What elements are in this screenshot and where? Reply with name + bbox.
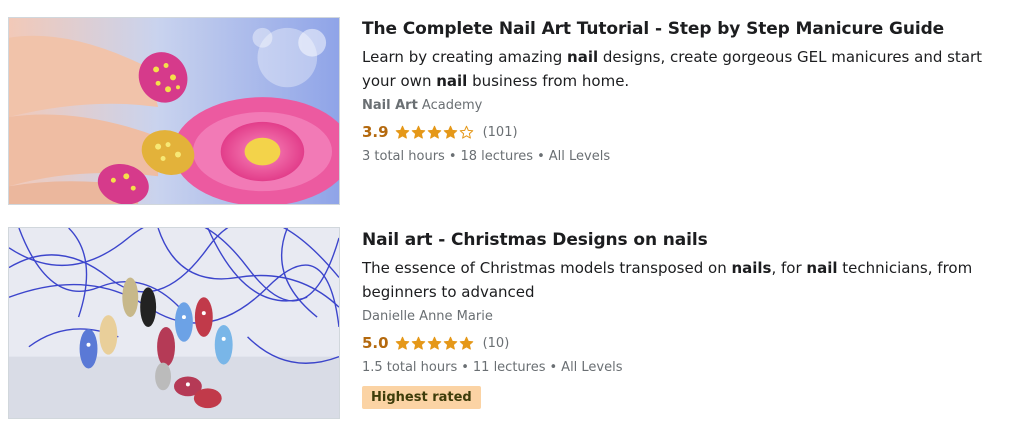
rating-row: 5.0 (10) xyxy=(362,332,1014,354)
course-meta: 3 total hours • 18 lectures • All Levels xyxy=(362,149,611,164)
bold-keyword: nail xyxy=(436,72,468,90)
star-icon xyxy=(395,336,409,350)
star-icon xyxy=(443,336,457,350)
rating-count: (101) xyxy=(482,124,518,140)
star-icon xyxy=(395,125,409,139)
rating-value: 5.0 xyxy=(362,334,389,352)
star-icon xyxy=(427,125,441,139)
bold-keyword: Nail Art xyxy=(362,98,418,113)
rating-count: (10) xyxy=(482,335,510,351)
course-card[interactable]: The Complete Nail Art Tutorial - Step by… xyxy=(0,0,1024,214)
course-instructor: Nail Art Academy xyxy=(362,97,1014,115)
course-headline: The essence of Christmas models transpos… xyxy=(362,256,1014,304)
bold-keyword: nail xyxy=(567,48,599,66)
star-rating-icons xyxy=(395,125,475,140)
text-segment: Learn by creating amazing xyxy=(362,48,568,66)
text-segment: Danielle Anne Marie xyxy=(362,309,493,324)
course-title[interactable]: Nail art - Christmas Designs on nails xyxy=(362,228,1014,252)
text-segment: The essence of Christmas models transpos… xyxy=(362,259,732,277)
star-icon xyxy=(459,336,473,350)
text-segment: Academy xyxy=(417,98,483,113)
star-rating-icons xyxy=(395,336,475,351)
nail-art-pink-flower-image xyxy=(9,18,339,204)
text-segment: business from home. xyxy=(467,72,630,90)
rating-row: 3.9 (101) xyxy=(362,121,1014,143)
course-instructor: Danielle Anne Marie xyxy=(362,308,1014,326)
text-segment: , for xyxy=(771,259,807,277)
total-hours: 3 total hours xyxy=(362,149,445,164)
course-card[interactable]: Nail art - Christmas Designs on nails Th… xyxy=(0,214,1024,432)
course-meta: 1.5 total hours • 11 lectures • All Levels xyxy=(362,360,623,375)
course-headline: Learn by creating amazing nail designs, … xyxy=(362,45,1014,93)
bold-keyword: nail xyxy=(806,259,838,277)
bold-keyword: nails xyxy=(731,259,772,277)
course-level: All Levels xyxy=(548,149,611,164)
lecture-count: 11 lectures xyxy=(472,360,546,375)
course-level: All Levels xyxy=(561,360,623,375)
course-title[interactable]: The Complete Nail Art Tutorial - Step by… xyxy=(362,17,1014,41)
star-icon xyxy=(411,336,425,350)
star-icon xyxy=(459,125,473,139)
lecture-count: 18 lectures xyxy=(460,149,534,164)
course-thumbnail[interactable] xyxy=(8,17,340,205)
rating-value: 3.9 xyxy=(362,123,389,141)
total-hours: 1.5 total hours xyxy=(362,360,458,375)
highest-rated-badge: Highest rated xyxy=(362,386,481,409)
star-icon xyxy=(411,125,425,139)
course-thumbnail[interactable] xyxy=(8,227,340,419)
star-icon xyxy=(427,336,441,350)
star-icon xyxy=(443,125,457,139)
christmas-nail-tips-image xyxy=(9,228,339,418)
